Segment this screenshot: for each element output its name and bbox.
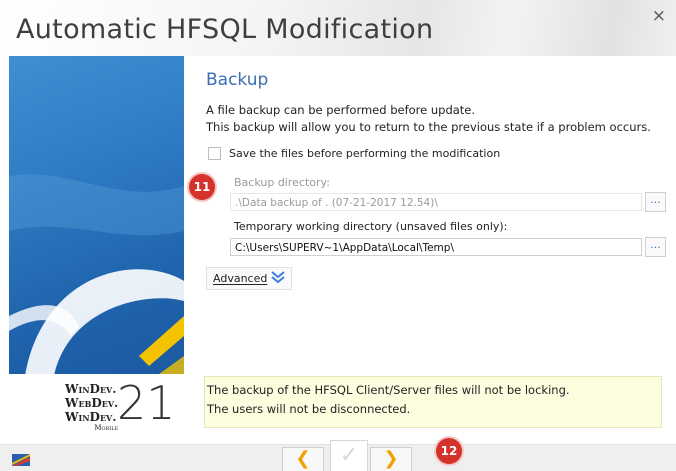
description-line-2: This backup will allow you to return to …: [206, 120, 651, 134]
temp-directory-input[interactable]: C:\Users\SUPERV~1\AppData\Local\Temp\: [230, 238, 642, 256]
window-title: Automatic HFSQL Modification: [16, 14, 434, 45]
close-icon[interactable]: ×: [652, 6, 666, 26]
description: A file backup can be performed before up…: [206, 102, 651, 136]
advanced-button[interactable]: Advanced: [206, 267, 293, 290]
logo-line-2: WebDev.: [65, 396, 119, 410]
version-number: 21: [117, 376, 176, 430]
logo-line-1: WinDev.: [65, 382, 117, 396]
bottom-toolbar: ❮ ✓ ❯ 12: [0, 438, 676, 471]
save-files-checkbox[interactable]: [208, 147, 221, 160]
temp-directory-label: Temporary working directory (unsaved fil…: [234, 220, 508, 233]
info-line-1: The backup of the HFSQL Client/Server fi…: [207, 383, 570, 397]
main-panel: Backup A file backup can be performed be…: [184, 56, 676, 444]
save-files-checkbox-label: Save the files before performing the mod…: [229, 147, 501, 160]
info-line-2: The users will not be disconnected.: [207, 402, 411, 416]
dialog-window: Automatic HFSQL Modification × WinDev. W…: [0, 0, 676, 471]
page-title: Backup: [206, 70, 269, 90]
save-files-checkbox-row[interactable]: Save the files before performing the mod…: [208, 147, 500, 160]
temp-directory-browse-button[interactable]: ...: [645, 237, 666, 257]
backup-directory-label: Backup directory:: [234, 176, 330, 189]
next-button[interactable]: ❯: [370, 447, 412, 471]
title-bar: Automatic HFSQL Modification ×: [0, 0, 676, 56]
chevron-double-down-icon: [271, 270, 285, 287]
backup-directory-browse-button[interactable]: ...: [645, 192, 666, 212]
language-flag-icon[interactable]: [12, 454, 30, 466]
badge-11: 11: [189, 174, 215, 200]
previous-button[interactable]: ❮: [282, 447, 324, 471]
description-line-1: A file backup can be performed before up…: [206, 103, 476, 117]
info-message-box: The backup of the HFSQL Client/Server fi…: [204, 376, 662, 428]
validate-button[interactable]: ✓: [330, 440, 368, 471]
sidebar-banner: WinDev. WebDev. WinDev. Mobile 21: [9, 56, 184, 444]
advanced-label: Advanced: [213, 272, 268, 285]
backup-directory-input[interactable]: .\Data backup of . (07-21-2017 12.54)\: [230, 193, 642, 211]
badge-12: 12: [436, 438, 462, 464]
windev-logo: WinDev. WebDev. WinDev. Mobile: [65, 382, 118, 435]
